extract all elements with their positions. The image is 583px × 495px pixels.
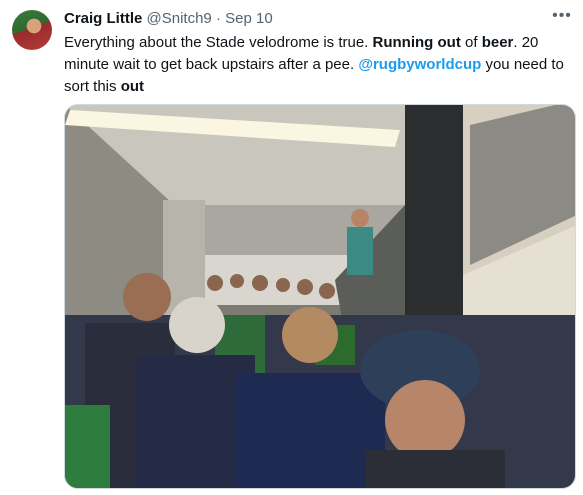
text-segment: of [460,34,482,51]
author-handle[interactable]: @Snitch9 [147,10,212,27]
text-segment: beer [481,34,514,51]
stadium-crowd-photo [65,105,575,488]
tweet-text: Everything about the Stade velodrome is … [64,32,576,98]
tweet-media-photo[interactable] [64,104,576,489]
author-name[interactable]: Craig Little [64,10,142,27]
tweet-card[interactable]: Craig Little @Snitch9 · Sep 10 ••• Every… [0,0,583,495]
more-horizontal-icon[interactable]: ••• [551,8,573,28]
text-segment: Everything about the Stade velodrome is … [64,34,373,51]
mention-link[interactable]: @rugbyworldcup [358,56,481,73]
text-segment: out [120,78,145,95]
avatar[interactable] [12,10,52,50]
tweet-date[interactable]: Sep 10 [225,10,273,27]
tweet-header: Craig Little @Snitch9 · Sep 10 [64,9,571,29]
text-segment: Running out [372,34,461,51]
separator-dot: · [215,10,221,27]
